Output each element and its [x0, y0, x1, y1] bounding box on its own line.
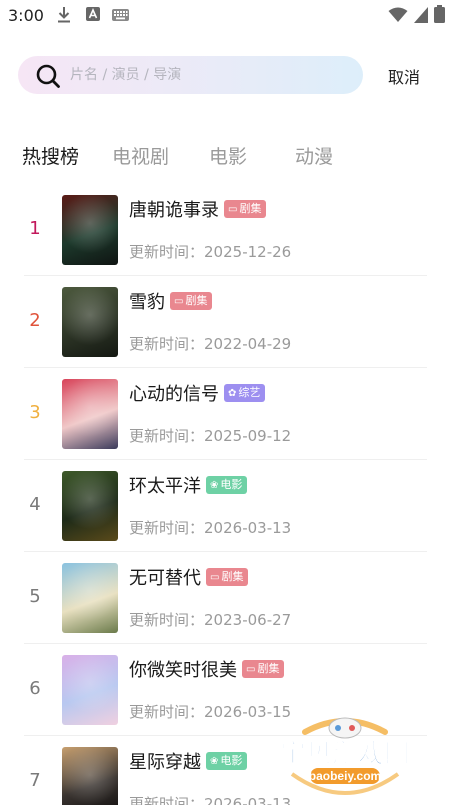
update-date-value: 2026-03-13 — [204, 519, 292, 537]
rank-number: 6 — [29, 678, 41, 699]
category-badge: ❀ 电影 — [206, 752, 248, 770]
update-date-value: 2025-09-12 — [204, 427, 292, 445]
update-date-label: 更新时间： — [129, 795, 205, 805]
poster-thumbnail[interactable] — [62, 655, 118, 725]
item-title[interactable]: 星际穿越 — [129, 748, 201, 774]
update-date: 更新时间：2026-03-13 — [129, 793, 291, 805]
tab-movies[interactable]: 电影 — [209, 142, 247, 169]
battery-icon — [434, 5, 445, 23]
poster-thumbnail[interactable] — [62, 287, 118, 357]
category-badge: ▭ 剧集 — [170, 292, 213, 310]
update-date-value: 2025-12-26 — [204, 243, 292, 261]
drama-icon: ▭ — [210, 572, 220, 583]
category-badge-label: 剧集 — [221, 570, 244, 583]
rank-number: 7 — [29, 770, 41, 791]
poster-thumbnail[interactable] — [62, 379, 118, 449]
search-input[interactable] — [70, 60, 350, 90]
list-item[interactable]: 2 雪豹 ▭ 剧集更新时间：2022-04-29 — [0, 276, 453, 368]
list-item[interactable]: 5 无可替代 ▭ 剧集更新时间：2023-06-27 — [0, 552, 453, 644]
update-date-value: 2022-04-29 — [204, 335, 292, 353]
svg-text:宝贝游戏网: 宝贝游戏网 — [280, 738, 410, 768]
item-title[interactable]: 唐朝诡事录 — [129, 196, 219, 222]
category-badge-label: 剧集 — [239, 202, 262, 215]
category-badge: ▭ 剧集 — [206, 568, 249, 586]
svg-text:baobeiy.com: baobeiy.com — [309, 769, 381, 783]
keyboard-icon — [112, 9, 129, 21]
status-bar: 3:00 — [0, 0, 453, 32]
app-notification-icon — [86, 7, 100, 21]
cell-signal-icon — [414, 7, 428, 23]
update-date-label: 更新时间： — [129, 519, 205, 537]
poster-thumbnail[interactable] — [62, 471, 118, 541]
movie-icon: ❀ — [210, 756, 219, 767]
rank-number: 1 — [29, 218, 41, 239]
item-title[interactable]: 心动的信号 — [129, 380, 219, 406]
list-item[interactable]: 4 环太平洋 ❀ 电影更新时间：2026-03-13 — [0, 460, 453, 552]
update-date-label: 更新时间： — [129, 427, 205, 445]
drama-icon: ▭ — [174, 296, 184, 307]
watermark-logo: 宝贝游戏网 baobeiy.com — [279, 717, 411, 795]
update-date: 更新时间：2022-04-29 — [129, 333, 291, 354]
status-time: 3:00 — [8, 6, 44, 25]
list-item[interactable]: 3 心动的信号 ✿ 综艺更新时间：2025-09-12 — [0, 368, 453, 460]
category-badge: ✿ 综艺 — [224, 384, 266, 402]
update-date-value: 2023-06-27 — [204, 611, 292, 629]
category-badge: ▭ 剧集 — [224, 200, 267, 218]
tab-hot-search[interactable]: 热搜榜 — [22, 142, 79, 169]
drama-icon: ▭ — [228, 204, 238, 215]
poster-thumbnail[interactable] — [62, 563, 118, 633]
category-badge-label: 剧集 — [257, 662, 280, 675]
item-title[interactable]: 你微笑时很美 — [129, 656, 237, 682]
search-bar: 取消 — [0, 56, 453, 96]
category-badge: ❀ 电影 — [206, 476, 248, 494]
rank-number: 3 — [29, 402, 41, 423]
update-date: 更新时间：2025-12-26 — [129, 241, 291, 262]
poster-thumbnail[interactable] — [62, 747, 118, 805]
variety-icon: ✿ — [228, 388, 237, 399]
update-date-label: 更新时间： — [129, 703, 205, 721]
rank-number: 2 — [29, 310, 41, 331]
update-date: 更新时间：2026-03-15 — [129, 701, 291, 722]
update-date-label: 更新时间： — [129, 611, 205, 629]
list-item[interactable]: 1 唐朝诡事录 ▭ 剧集更新时间：2025-12-26 — [0, 184, 453, 276]
cancel-button[interactable]: 取消 — [388, 64, 420, 88]
poster-thumbnail[interactable] — [62, 195, 118, 265]
item-title[interactable]: 雪豹 — [129, 288, 165, 314]
category-badge-label: 综艺 — [238, 386, 261, 399]
category-badge: ▭ 剧集 — [242, 660, 285, 678]
update-date: 更新时间：2025-09-12 — [129, 425, 291, 446]
wifi-icon — [388, 7, 408, 22]
movie-icon: ❀ — [210, 480, 219, 491]
tab-anime[interactable]: 动漫 — [295, 142, 333, 169]
download-icon — [58, 7, 70, 23]
item-title[interactable]: 环太平洋 — [129, 472, 201, 498]
search-field[interactable] — [18, 56, 363, 94]
item-title[interactable]: 无可替代 — [129, 564, 201, 590]
update-date: 更新时间：2023-06-27 — [129, 609, 291, 630]
rank-number: 5 — [29, 586, 41, 607]
rank-number: 4 — [29, 494, 41, 515]
update-date-label: 更新时间： — [129, 243, 205, 261]
tab-tv-series[interactable]: 电视剧 — [112, 142, 169, 169]
category-badge-label: 剧集 — [185, 294, 208, 307]
drama-icon: ▭ — [246, 664, 256, 675]
update-date: 更新时间：2026-03-13 — [129, 517, 291, 538]
update-date-label: 更新时间： — [129, 335, 205, 353]
category-badge-label: 电影 — [220, 754, 243, 767]
search-icon — [36, 64, 60, 88]
category-badge-label: 电影 — [220, 478, 243, 491]
